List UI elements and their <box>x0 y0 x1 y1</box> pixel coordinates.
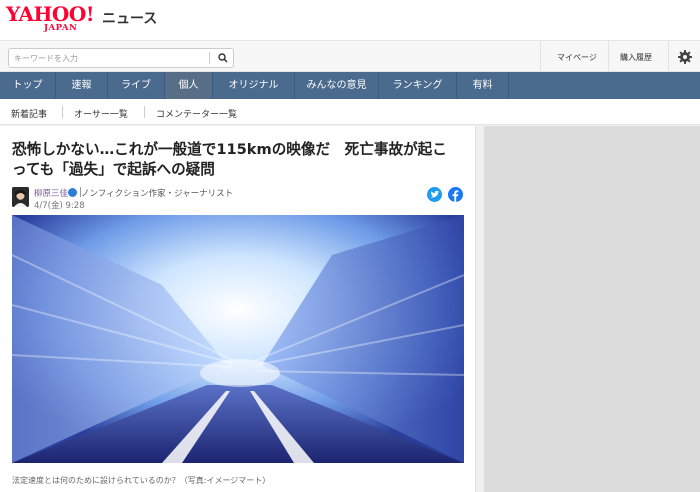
site-header: YAHOO! JAPAN ニュース <box>0 0 700 40</box>
nav-item-breaking[interactable]: 速報 <box>56 72 108 99</box>
purchase-history-link[interactable]: 購入履歴 <box>620 52 652 63</box>
subnav-authors[interactable]: オーサー一覧 <box>74 107 128 120</box>
logo-subtext: JAPAN <box>44 23 78 33</box>
subnav-latest[interactable]: 新着記事 <box>11 107 47 120</box>
nav-item-paid[interactable]: 有料 <box>457 72 509 99</box>
author-photo <box>12 187 29 207</box>
nav-item-personal[interactable]: 個人 <box>165 72 213 99</box>
service-name[interactable]: ニュース <box>102 8 157 28</box>
article: 恐怖しかない…これが一般道で115kmの映像だ 死亡事故が起こ っても「過失」で… <box>0 126 476 492</box>
verified-icon <box>68 188 77 201</box>
search-box <box>8 48 234 68</box>
search-icon <box>218 53 228 63</box>
divider <box>540 41 541 71</box>
twitter-icon <box>430 190 439 198</box>
photo-caption: 法定速度とは何のために設けられているのか？（写真:イメージマート） <box>12 476 271 485</box>
publish-date: 4/7(金) 9:28 <box>34 201 85 211</box>
main-nav: トップ 速報 ライブ 個人 オリジナル みんなの意見 ランキング 有料 <box>0 72 700 99</box>
twitter-share-button[interactable] <box>427 187 442 202</box>
nav-item-opinion[interactable]: みんなの意見 <box>295 72 379 99</box>
title-line-1: 恐怖しかない…これが一般道で115kmの映像だ 死亡事故が起こ <box>12 141 447 158</box>
author-name[interactable]: 柳原三佳 <box>34 187 68 199</box>
facebook-share-button[interactable] <box>448 187 463 202</box>
divider <box>608 41 609 71</box>
search-button[interactable] <box>212 49 234 67</box>
author-avatar[interactable] <box>12 187 29 207</box>
yahoo-japan-logo[interactable]: YAHOO! JAPAN <box>6 3 104 35</box>
highway-motion-image <box>12 215 464 463</box>
divider <box>144 106 145 118</box>
search-input[interactable] <box>9 49 207 67</box>
nav-item-ranking[interactable]: ランキング <box>379 72 457 99</box>
sidebar-placeholder <box>484 126 700 492</box>
author-description: ノンフィクション作家・ジャーナリスト <box>81 189 234 199</box>
facebook-icon <box>452 190 459 202</box>
divider <box>62 106 63 118</box>
sub-nav: 新着記事 オーサー一覧 コメンテーター一覧 <box>0 99 700 125</box>
nav-item-top[interactable]: トップ <box>0 72 56 99</box>
nav-item-original[interactable]: オリジナル <box>213 72 295 99</box>
mypage-link[interactable]: マイページ <box>557 52 597 63</box>
search-divider <box>209 52 210 64</box>
gear-icon <box>678 50 692 64</box>
settings-button[interactable] <box>676 48 694 66</box>
divider <box>668 41 669 71</box>
article-title: 恐怖しかない…これが一般道で115kmの映像だ 死亡事故が起こ っても「過失」で… <box>12 140 460 180</box>
logo-text: YAHOO! <box>6 2 95 26</box>
subnav-commentators[interactable]: コメンテーター一覧 <box>156 107 237 120</box>
nav-item-live[interactable]: ライブ <box>108 72 165 99</box>
title-line-2: っても「過失」で起訴への疑問 <box>12 161 215 178</box>
article-photo <box>12 215 464 463</box>
